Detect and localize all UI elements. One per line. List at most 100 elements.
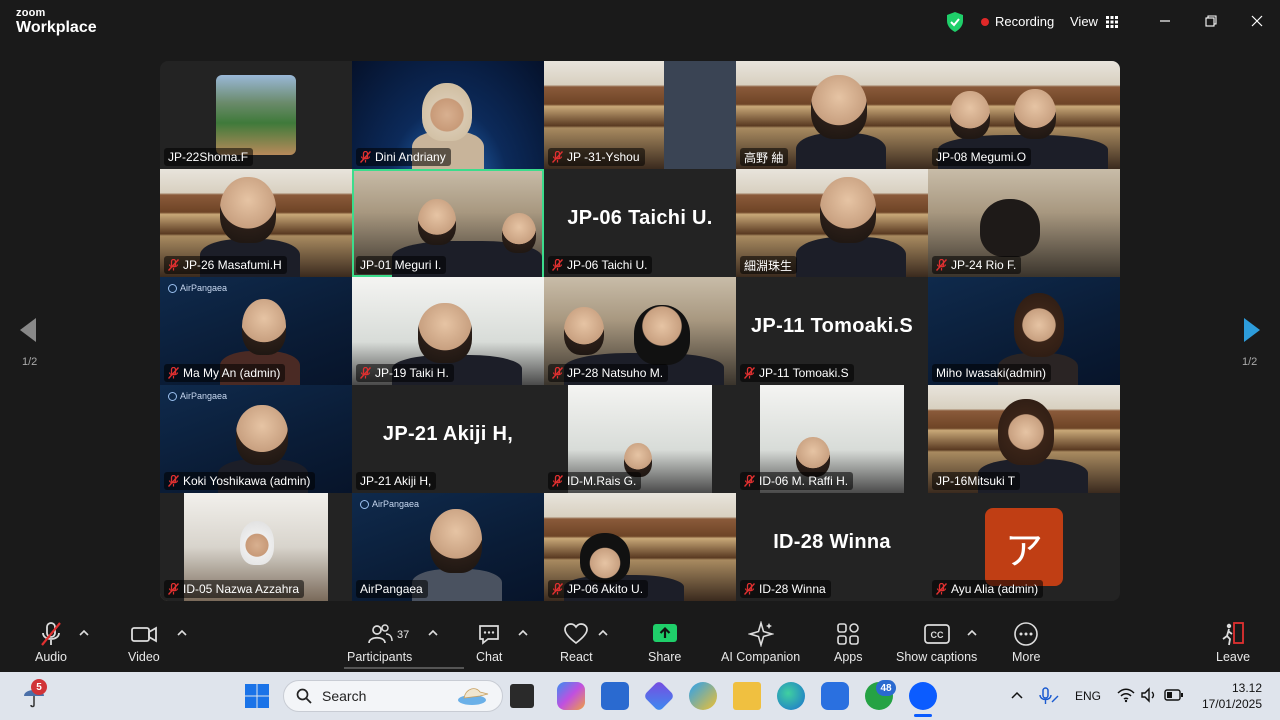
participants-options-chevron-icon[interactable] bbox=[428, 629, 438, 637]
recording-indicator[interactable]: Recording bbox=[981, 14, 1054, 29]
weather-widget[interactable]: 5 bbox=[20, 679, 48, 710]
participant-name: JP-26 Masafumi.H bbox=[183, 258, 282, 272]
video-tile[interactable]: 細淵珠生 bbox=[736, 169, 928, 277]
video-button[interactable]: Video bbox=[128, 621, 160, 664]
participant-video bbox=[950, 91, 990, 139]
participant-name-tag: Koki Yoshikawa (admin) bbox=[164, 472, 316, 490]
video-tile[interactable]: AirPangaea AirPangaea bbox=[352, 493, 544, 601]
minimize-button[interactable] bbox=[1154, 10, 1176, 32]
video-tile[interactable]: ID-M.Rais G. bbox=[544, 385, 736, 493]
video-tile-camera-off[interactable]: JP-06 Taichi U. JP-06 Taichi U. bbox=[544, 169, 736, 277]
show-hidden-icons-chevron-icon[interactable] bbox=[1011, 690, 1023, 700]
windows-start-button[interactable] bbox=[243, 682, 271, 710]
video-tile[interactable]: ID-06 M. Raffi H. bbox=[736, 385, 928, 493]
audio-button[interactable]: Audio bbox=[35, 621, 67, 664]
video-tile[interactable]: AirPangaea Koki Yoshikawa (admin) bbox=[160, 385, 352, 493]
participant-name: JP-16Mitsuki T bbox=[936, 474, 1016, 488]
video-tile-camera-off[interactable]: JP-11 Tomoaki.S JP-11 Tomoaki.S bbox=[736, 277, 928, 385]
participant-name-tag: 細淵珠生 bbox=[740, 256, 798, 274]
video-tile[interactable]: JP-28 Natsuho M. bbox=[544, 277, 736, 385]
video-tile[interactable]: Miho Iwasaki(admin) bbox=[928, 277, 1120, 385]
system-clock[interactable]: 13.12 17/01/2025 bbox=[1196, 680, 1262, 712]
taskbar-search-box[interactable]: Search bbox=[283, 680, 503, 712]
video-tile-active-speaker[interactable]: JP-01 Meguri I. bbox=[352, 169, 544, 277]
video-tile[interactable]: 高野 紬 bbox=[736, 61, 928, 169]
participant-display-name: JP-06 Taichi U. bbox=[567, 207, 713, 229]
participant-name: JP-06 Taichi U. bbox=[567, 258, 648, 272]
participant-name-tag: 高野 紬 bbox=[740, 148, 789, 166]
shield-icon[interactable] bbox=[946, 12, 964, 32]
participant-name: 高野 紬 bbox=[744, 150, 784, 165]
video-tile[interactable]: JP-26 Masafumi.H bbox=[160, 169, 352, 277]
next-page-arrow-icon[interactable] bbox=[1242, 316, 1262, 344]
previous-page-arrow-icon[interactable] bbox=[18, 316, 38, 344]
ai-companion-label: AI Companion bbox=[721, 650, 801, 664]
participant-video bbox=[1014, 293, 1064, 357]
microsoft-store-icon[interactable] bbox=[601, 682, 629, 710]
view-button[interactable]: View bbox=[1070, 14, 1118, 29]
copilot-icon[interactable] bbox=[557, 682, 585, 710]
video-tile[interactable]: JP-16Mitsuki T bbox=[928, 385, 1120, 493]
chat-button[interactable]: Chat bbox=[476, 621, 502, 664]
video-tile[interactable]: JP-22Shoma.F bbox=[160, 61, 352, 169]
muted-mic-icon bbox=[168, 583, 179, 595]
video-tile[interactable]: ID-05 Nazwa Azzahra bbox=[160, 493, 352, 601]
ai-sparkle-icon bbox=[747, 621, 774, 647]
page-indicator-left: 1/2 bbox=[22, 356, 38, 368]
participants-button[interactable]: Participants bbox=[347, 621, 412, 664]
participant-name-tag: ID-28 Winna bbox=[740, 580, 831, 598]
closed-captions-icon: CC bbox=[923, 624, 950, 644]
ai-companion-button[interactable]: AI Companion bbox=[721, 621, 800, 664]
microsoft-365-icon[interactable] bbox=[643, 680, 675, 712]
leave-meeting-button[interactable]: Leave bbox=[1216, 621, 1250, 664]
video-tile-camera-off[interactable]: JP-21 Akiji H, JP-21 Akiji H, bbox=[352, 385, 544, 493]
apps-grid-icon bbox=[837, 623, 860, 645]
video-tile[interactable]: AirPangaea Ma My An (admin) bbox=[160, 277, 352, 385]
more-button[interactable]: More bbox=[1012, 621, 1040, 664]
audio-options-chevron-icon[interactable] bbox=[79, 629, 89, 637]
video-tile[interactable]: JP -31-Yshou bbox=[544, 61, 736, 169]
muted-mic-icon bbox=[168, 367, 179, 379]
share-screen-button[interactable]: Share bbox=[648, 621, 681, 664]
restore-button[interactable] bbox=[1200, 10, 1222, 32]
edge-browser-icon[interactable] bbox=[777, 682, 805, 710]
participant-name-tag: JP-16Mitsuki T bbox=[932, 472, 1021, 490]
video-tile-camera-off[interactable]: ア Ayu Alia (admin) bbox=[928, 493, 1120, 601]
apps-button[interactable]: Apps bbox=[834, 621, 863, 664]
skype-icon[interactable] bbox=[689, 682, 717, 710]
volume-icon[interactable] bbox=[1140, 687, 1158, 703]
participant-video bbox=[980, 199, 1040, 257]
file-explorer-folder-icon[interactable] bbox=[733, 682, 761, 710]
participant-name-tag: JP-26 Masafumi.H bbox=[164, 256, 287, 274]
react-button[interactable]: React bbox=[560, 621, 593, 664]
video-tile[interactable]: JP-06 Akito U. bbox=[544, 493, 736, 601]
close-button[interactable] bbox=[1246, 10, 1268, 32]
page-indicator-right: 1/2 bbox=[1242, 356, 1258, 368]
participants-label: Participants bbox=[347, 650, 413, 664]
battery-icon[interactable] bbox=[1164, 688, 1184, 702]
video-tile[interactable]: Dini Andriany bbox=[352, 61, 544, 169]
video-tile[interactable]: JP-19 Taiki H. bbox=[352, 277, 544, 385]
captions-options-chevron-icon[interactable] bbox=[967, 629, 977, 637]
wifi-icon[interactable] bbox=[1117, 687, 1135, 703]
task-view-icon[interactable] bbox=[510, 684, 534, 708]
more-label: More bbox=[1012, 650, 1041, 664]
participant-display-name: ID-28 Winna bbox=[773, 531, 891, 553]
microphone-in-use-icon[interactable] bbox=[1038, 686, 1060, 706]
camera-app-icon[interactable] bbox=[821, 682, 849, 710]
muted-mic-icon bbox=[552, 151, 563, 163]
participant-name-tag: ID-M.Rais G. bbox=[548, 472, 642, 490]
muted-mic-icon bbox=[552, 259, 563, 271]
react-options-chevron-icon[interactable] bbox=[598, 629, 608, 637]
participant-name-tag: JP-28 Natsuho M. bbox=[548, 364, 669, 382]
chat-options-chevron-icon[interactable] bbox=[518, 629, 528, 637]
video-options-chevron-icon[interactable] bbox=[177, 629, 187, 637]
video-tile-camera-off[interactable]: ID-28 Winna ID-28 Winna bbox=[736, 493, 928, 601]
recording-dot-icon bbox=[981, 17, 989, 26]
input-language-indicator[interactable]: ENG bbox=[1075, 689, 1101, 703]
zoom-app-icon[interactable] bbox=[909, 682, 937, 710]
muted-mic-icon bbox=[936, 583, 947, 595]
video-tile[interactable]: JP-24 Rio F. bbox=[928, 169, 1120, 277]
show-captions-button[interactable]: CC Show captions bbox=[896, 621, 977, 664]
video-tile[interactable]: JP-08 Megumi.O bbox=[928, 61, 1120, 169]
